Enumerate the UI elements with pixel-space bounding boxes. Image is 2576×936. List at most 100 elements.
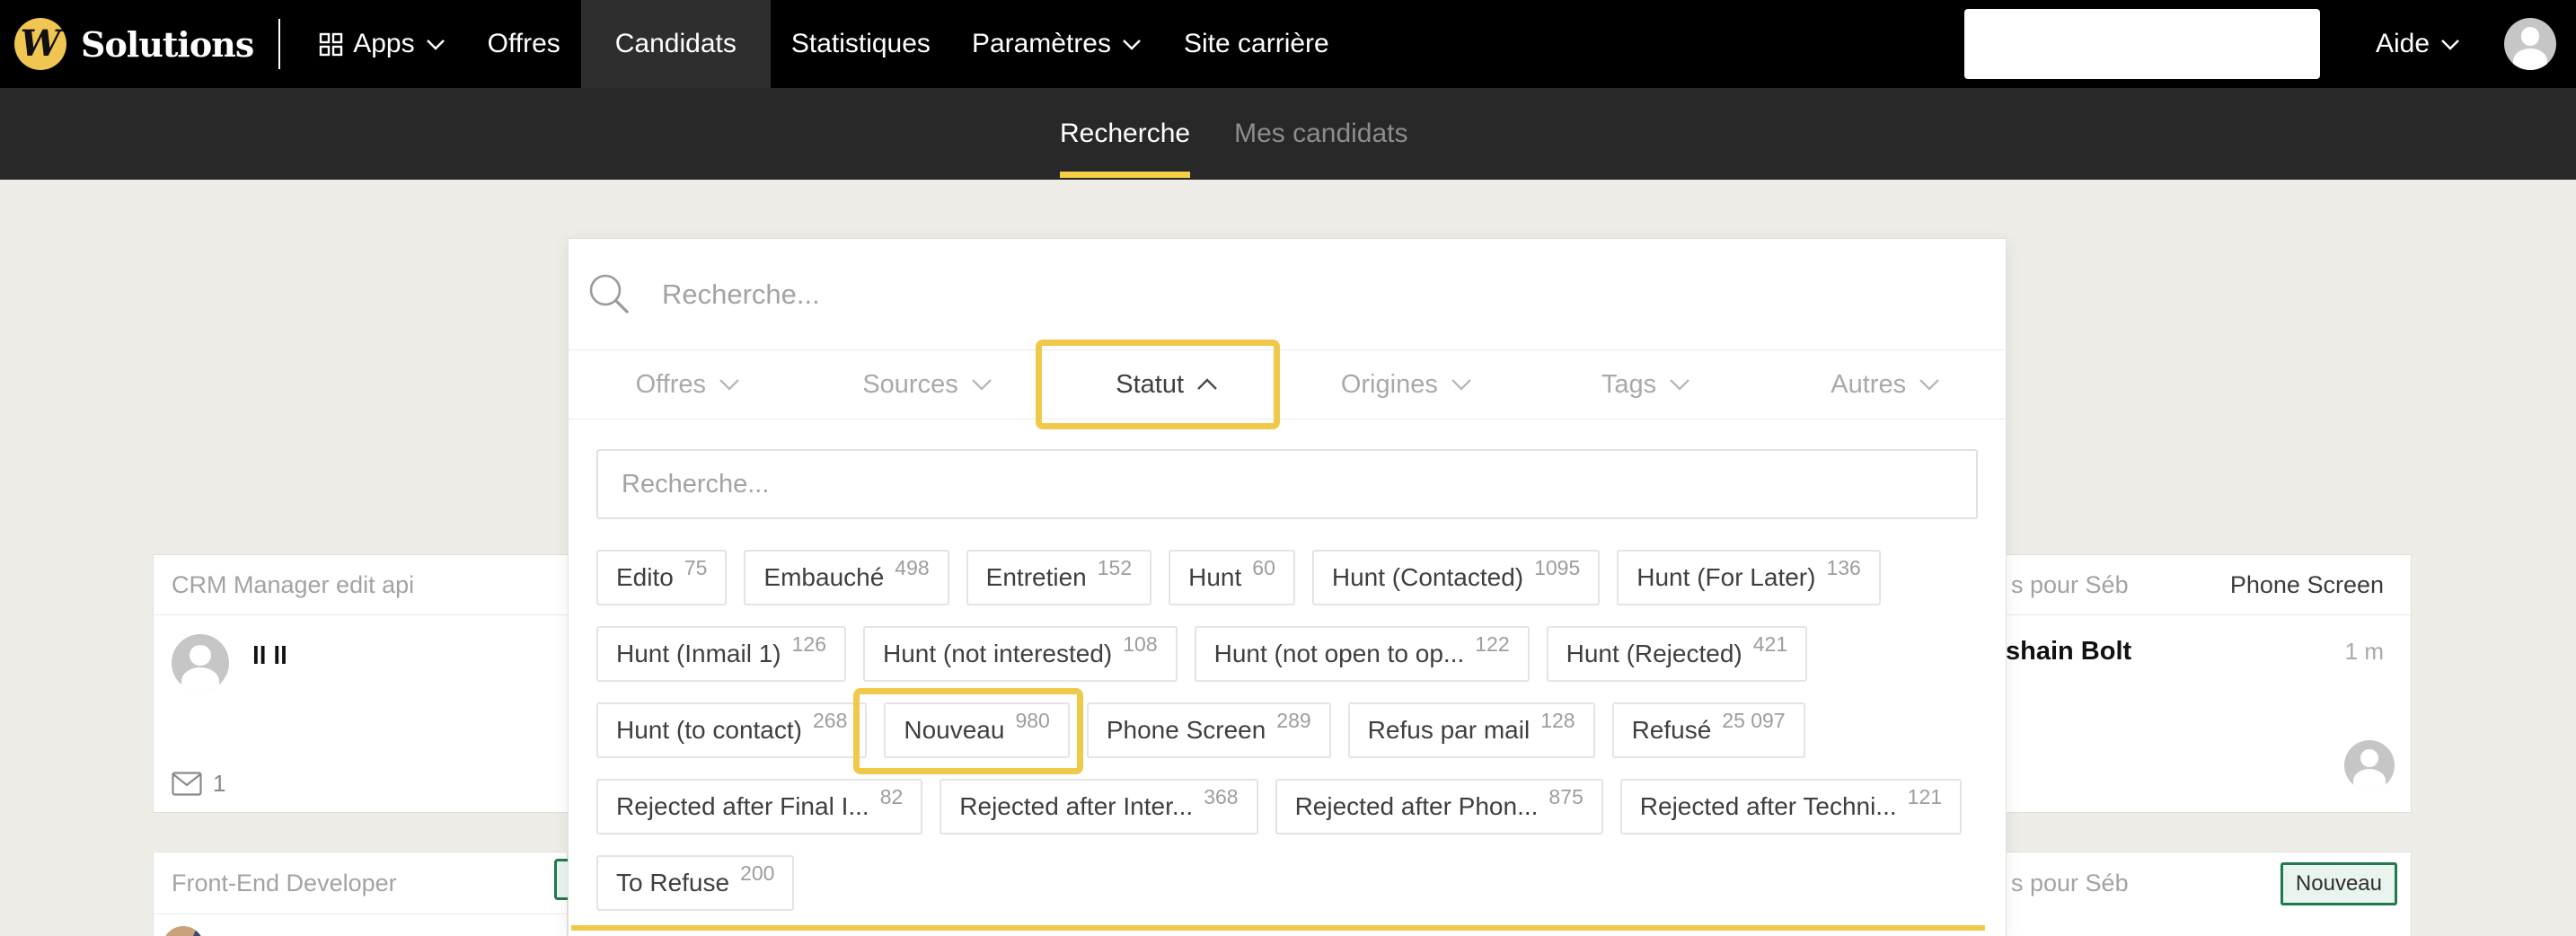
status-chip-rejected-final[interactable]: Rejected after Final I... 82 [596,779,923,834]
nav-item-statistiques[interactable]: Statistiques [771,0,951,88]
status-chip-label: Embauché [763,563,885,591]
chevron-down-icon [1919,379,1939,391]
status-chip-label: Rejected after Phon... [1294,792,1539,820]
nav-item-offres[interactable]: Offres [467,0,581,88]
status-chip-count: 980 [1015,708,1050,732]
search-icon [589,274,630,313]
filter-tab-label: Statut [1116,369,1185,399]
envelope-icon [172,772,202,796]
status-chip-row: Hunt (Inmail 1) 126 Hunt (not interested… [596,626,1978,682]
candidate-name: ll ll [252,641,287,669]
status-chip-embauche[interactable]: Embauché 498 [744,550,949,605]
nav-item-apps[interactable]: Apps [298,0,466,88]
status-chip-count: 268 [812,708,848,732]
nav-item-aide[interactable]: Aide [2369,0,2468,88]
filter-tab-sources[interactable]: Sources [808,350,1048,419]
status-chip-count: 200 [740,861,775,885]
status-chip-hunt[interactable]: Hunt 60 [1169,550,1295,605]
status-chip-refuse[interactable]: Refusé 25 097 [1611,702,1805,758]
nav-item-parametres[interactable]: Paramètres [951,0,1163,88]
tab-recherche[interactable]: Recherche [1060,88,1191,180]
status-search-input[interactable] [622,457,1953,511]
mail-count-row: 1 [172,770,225,798]
status-chip-count: 1095 [1534,555,1581,579]
status-chip-label: Entretien [985,563,1087,591]
global-search-box[interactable] [1963,9,2320,79]
candidate-card[interactable]: s pour Séb Nouveau [1940,852,2412,936]
status-chip-label: Hunt (Rejected) [1566,640,1742,667]
brand[interactable]: W Solutions [14,18,254,70]
status-chip-count: 128 [1540,708,1575,732]
status-chip-label: Refus par mail [1367,716,1531,744]
status-chip-label: Phone Screen [1106,716,1266,744]
modal-search-row [569,239,2006,350]
status-chip-entretien[interactable]: Entretien 152 [966,550,1152,605]
user-avatar[interactable] [2504,18,2556,70]
card-body: shain Bolt 1 m [1941,615,2411,814]
filter-tab-label: Offres [635,369,707,399]
candidate-card[interactable]: CRM Manager edit api ll ll 1 [153,554,578,813]
filter-tab-statut[interactable]: Statut [1047,350,1287,419]
filter-tab-tags[interactable]: Tags [1527,350,1767,419]
status-chip-rejected-technical[interactable]: Rejected after Techni... 121 [1619,779,1963,834]
chevron-down-icon [971,379,992,391]
card-header: s pour Séb Phone Screen [1941,555,2411,615]
nav-item-candidats[interactable]: Candidats [580,0,771,88]
tab-mes-candidats[interactable]: Mes candidats [1234,88,1407,180]
filter-tab-origines[interactable]: Origines [1287,350,1527,419]
chevron-down-icon [426,39,445,50]
nav-item-label: Candidats [614,29,737,58]
filter-tab-label: Autres [1831,369,1907,399]
status-chip-nouveau[interactable]: Nouveau 980 [884,702,1070,758]
status-chip-count: 289 [1276,708,1311,732]
status-chip-hunt-rejected[interactable]: Hunt (Rejected) 421 [1546,626,1808,682]
status-chip-edito[interactable]: Edito 75 [596,550,728,605]
status-chip-hunt-not-interested[interactable]: Hunt (not interested) 108 [863,626,1178,682]
nav-item-label: Paramètres [971,29,1111,58]
apps-grid-icon [320,32,343,56]
status-chip-count: 108 [1123,631,1158,656]
status-search-box[interactable] [596,449,1978,519]
nav-item-label: Offres [487,29,560,58]
status-chip-rejected-phone[interactable]: Rejected after Phon... 875 [1275,779,1603,834]
candidate-avatar [163,926,204,936]
status-chip-hunt-for-later[interactable]: Hunt (For Later) 136 [1617,550,1881,605]
card-header: s pour Séb Nouveau [1941,852,2411,914]
status-chip-rejected-inter[interactable]: Rejected after Inter... 368 [940,779,1258,834]
status-chip-row: To Refuse 200 [596,855,1978,911]
nav-item-site-carriere[interactable]: Site carrière [1163,0,1350,88]
chevron-down-icon [2441,39,2459,50]
brand-name: Solutions [81,23,254,65]
card-job-title: s pour Séb [2011,570,2129,598]
status-chip-phone-screen[interactable]: Phone Screen 289 [1086,702,1331,758]
status-chip-label: Rejected after Final I... [616,792,869,820]
active-tab-underline [1060,172,1191,178]
filter-tab-autres[interactable]: Autres [1766,350,2006,419]
status-chip-hunt-not-open[interactable]: Hunt (not open to op... 122 [1194,626,1530,682]
status-chip-hunt-contacted[interactable]: Hunt (Contacted) 1095 [1311,550,1601,605]
modal-search-input[interactable] [662,262,1988,326]
status-chip-count: 60 [1252,555,1275,579]
sub-nav: Recherche Mes candidats [0,88,2576,180]
status-chip-hunt-inmail[interactable]: Hunt (Inmail 1) 126 [596,626,846,682]
filter-tab-label: Sources [862,369,958,399]
global-search-input[interactable] [1983,17,2308,71]
status-chip-count: 82 [879,784,904,808]
search-modal: Offres Sources Statut Origines [568,238,2007,936]
chevron-down-icon [1451,379,1471,391]
card-job-title: Front-End Developer [172,869,397,896]
status-chip-count: 75 [684,555,708,579]
status-chip-label: To Refuse [616,869,730,896]
card-header: CRM Manager edit api [154,555,577,615]
card-header: Front-End Developer [154,852,567,914]
status-chip-to-refuse[interactable]: To Refuse 200 [596,855,795,911]
candidate-card[interactable]: Front-End Developer [153,852,568,936]
candidate-card[interactable]: s pour Séb Phone Screen shain Bolt 1 m [1940,554,2412,813]
status-chip-hunt-to-contact[interactable]: Hunt (to contact) 268 [596,702,868,758]
annotation-bottom-line [571,925,1985,931]
status-chip-count: 368 [1204,784,1239,808]
status-chip-label: Hunt (not interested) [883,640,1113,667]
nav-item-label: Site carrière [1184,29,1329,58]
filter-tab-offres[interactable]: Offres [569,350,808,419]
status-chip-refus-par-mail[interactable]: Refus par mail 128 [1347,702,1595,758]
